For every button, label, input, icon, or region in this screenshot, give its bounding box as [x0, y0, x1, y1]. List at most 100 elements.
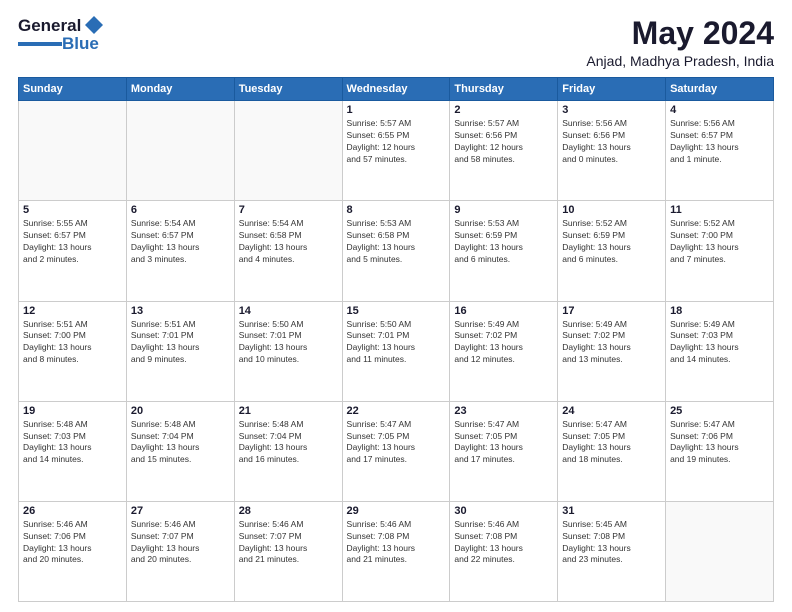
day-number: 5: [23, 204, 122, 216]
day-content: Sunrise: 5:49 AMSunset: 7:02 PMDaylight:…: [562, 319, 661, 367]
day-number: 1: [347, 104, 446, 116]
day-number: 21: [239, 405, 338, 417]
day-number: 18: [670, 305, 769, 317]
calendar-cell: 14Sunrise: 5:50 AMSunset: 7:01 PMDayligh…: [234, 301, 342, 401]
day-number: 22: [347, 405, 446, 417]
day-content: Sunrise: 5:56 AMSunset: 6:57 PMDaylight:…: [670, 118, 769, 166]
day-number: 3: [562, 104, 661, 116]
day-number: 24: [562, 405, 661, 417]
calendar-week-5: 26 Sunrise: 5:46 AMSunset: 7:06 PMDayligh…: [19, 501, 774, 601]
calendar-cell: 10 Sunrise: 5:52 AMSunset: 6:59 PMDayligh…: [558, 201, 666, 301]
day-content: Sunrise: 5:46 AMSunset: 7:07 PMDaylight:…: [239, 519, 338, 567]
day-content: Sunrise: 5:56 AMSunset: 6:56 PMDaylight:…: [562, 118, 661, 166]
day-content: Sunrise: 5:49 AMSunset: 7:03 PMDaylight:…: [670, 319, 769, 367]
calendar-cell: 15 Sunrise: 5:50 AMSunset: 7:01 PMDayligh…: [342, 301, 450, 401]
calendar-cell: 28 Sunrise: 5:46 AMSunset: 7:07 PMDayligh…: [234, 501, 342, 601]
day-content: Sunrise: 5:47 AMSunset: 7:05 PMDaylight:…: [562, 419, 661, 467]
calendar-cell: 22 Sunrise: 5:47 AMSunset: 7:05 PMDayligh…: [342, 401, 450, 501]
calendar-cell: 3 Sunrise: 5:56 AMSunset: 6:56 PMDaylight…: [558, 101, 666, 201]
calendar-cell: 25 Sunrise: 5:47 AMSunset: 7:06 PMDayligh…: [666, 401, 774, 501]
day-content: Sunrise: 5:48 AMSunset: 7:04 PMDaylight:…: [131, 419, 230, 467]
day-number: 13: [131, 305, 230, 317]
calendar-cell: 17Sunrise: 5:49 AMSunset: 7:02 PMDayligh…: [558, 301, 666, 401]
day-content: Sunrise: 5:47 AMSunset: 7:06 PMDaylight:…: [670, 419, 769, 467]
calendar-cell: 31Sunrise: 5:45 AMSunset: 7:08 PMDayligh…: [558, 501, 666, 601]
col-friday: Friday: [558, 78, 666, 101]
col-tuesday: Tuesday: [234, 78, 342, 101]
day-content: Sunrise: 5:48 AMSunset: 7:04 PMDaylight:…: [239, 419, 338, 467]
day-content: Sunrise: 5:57 AMSunset: 6:56 PMDaylight:…: [454, 118, 553, 166]
calendar-cell: [666, 501, 774, 601]
calendar-cell: 29 Sunrise: 5:46 AMSunset: 7:08 PMDayligh…: [342, 501, 450, 601]
day-content: Sunrise: 5:53 AMSunset: 6:58 PMDaylight:…: [347, 218, 446, 266]
col-monday: Monday: [126, 78, 234, 101]
day-content: Sunrise: 5:48 AMSunset: 7:03 PMDaylight:…: [23, 419, 122, 467]
calendar-cell: 9 Sunrise: 5:53 AMSunset: 6:59 PMDaylight…: [450, 201, 558, 301]
calendar-cell: 27 Sunrise: 5:46 AMSunset: 7:07 PMDayligh…: [126, 501, 234, 601]
day-number: 25: [670, 405, 769, 417]
calendar-cell: 2Sunrise: 5:57 AMSunset: 6:56 PMDaylight…: [450, 101, 558, 201]
day-content: Sunrise: 5:52 AMSunset: 7:00 PMDaylight:…: [670, 218, 769, 266]
day-content: Sunrise: 5:57 AMSunset: 6:55 PMDaylight:…: [347, 118, 446, 166]
calendar-cell: 8 Sunrise: 5:53 AMSunset: 6:58 PMDaylight…: [342, 201, 450, 301]
calendar-week-2: 5Sunrise: 5:55 AMSunset: 6:57 PMDaylight…: [19, 201, 774, 301]
day-number: 19: [23, 405, 122, 417]
day-content: Sunrise: 5:46 AMSunset: 7:08 PMDaylight:…: [347, 519, 446, 567]
day-content: Sunrise: 5:53 AMSunset: 6:59 PMDaylight:…: [454, 218, 553, 266]
calendar-cell: 6 Sunrise: 5:54 AMSunset: 6:57 PMDaylight…: [126, 201, 234, 301]
day-content: Sunrise: 5:46 AMSunset: 7:06 PMDaylight:…: [23, 519, 122, 567]
calendar-cell: 11Sunrise: 5:52 AMSunset: 7:00 PMDayligh…: [666, 201, 774, 301]
day-number: 27: [131, 505, 230, 517]
day-content: Sunrise: 5:54 AMSunset: 6:58 PMDaylight:…: [239, 218, 338, 266]
calendar-cell: 12 Sunrise: 5:51 AMSunset: 7:00 PMDayligh…: [19, 301, 127, 401]
calendar-cell: 18 Sunrise: 5:49 AMSunset: 7:03 PMDayligh…: [666, 301, 774, 401]
day-number: 28: [239, 505, 338, 517]
header: General Blue May 2024 Anjad, Madhya Prad…: [18, 16, 774, 69]
calendar-table: Sunday Monday Tuesday Wednesday Thursday…: [18, 77, 774, 602]
day-content: Sunrise: 5:46 AMSunset: 7:07 PMDaylight:…: [131, 519, 230, 567]
logo: General Blue: [18, 16, 105, 54]
day-content: Sunrise: 5:46 AMSunset: 7:08 PMDaylight:…: [454, 519, 553, 567]
day-number: 20: [131, 405, 230, 417]
day-number: 14: [239, 305, 338, 317]
header-row: Sunday Monday Tuesday Wednesday Thursday…: [19, 78, 774, 101]
calendar-cell: 21 Sunrise: 5:48 AMSunset: 7:04 PMDayligh…: [234, 401, 342, 501]
day-number: 26: [23, 505, 122, 517]
col-thursday: Thursday: [450, 78, 558, 101]
day-number: 12: [23, 305, 122, 317]
calendar-cell: [126, 101, 234, 201]
calendar-cell: 24 Sunrise: 5:47 AMSunset: 7:05 PMDayligh…: [558, 401, 666, 501]
day-content: Sunrise: 5:54 AMSunset: 6:57 PMDaylight:…: [131, 218, 230, 266]
day-number: 23: [454, 405, 553, 417]
calendar-week-4: 19 Sunrise: 5:48 AMSunset: 7:03 PMDayligh…: [19, 401, 774, 501]
day-content: Sunrise: 5:49 AMSunset: 7:02 PMDaylight:…: [454, 319, 553, 367]
title-block: May 2024 Anjad, Madhya Pradesh, India: [586, 16, 774, 69]
calendar-cell: 4Sunrise: 5:56 AMSunset: 6:57 PMDaylight…: [666, 101, 774, 201]
page: General Blue May 2024 Anjad, Madhya Prad…: [0, 0, 792, 612]
day-content: Sunrise: 5:47 AMSunset: 7:05 PMDaylight:…: [347, 419, 446, 467]
title-month: May 2024: [586, 16, 774, 51]
day-number: 7: [239, 204, 338, 216]
day-content: Sunrise: 5:52 AMSunset: 6:59 PMDaylight:…: [562, 218, 661, 266]
calendar-cell: 23 Sunrise: 5:47 AMSunset: 7:05 PMDayligh…: [450, 401, 558, 501]
day-number: 15: [347, 305, 446, 317]
day-content: Sunrise: 5:47 AMSunset: 7:05 PMDaylight:…: [454, 419, 553, 467]
day-content: Sunrise: 5:50 AMSunset: 7:01 PMDaylight:…: [347, 319, 446, 367]
logo-blue: Blue: [62, 34, 99, 54]
day-content: Sunrise: 5:51 AMSunset: 7:00 PMDaylight:…: [23, 319, 122, 367]
calendar-cell: 16Sunrise: 5:49 AMSunset: 7:02 PMDayligh…: [450, 301, 558, 401]
day-number: 10: [562, 204, 661, 216]
calendar-cell: 30Sunrise: 5:46 AMSunset: 7:08 PMDayligh…: [450, 501, 558, 601]
col-saturday: Saturday: [666, 78, 774, 101]
day-content: Sunrise: 5:45 AMSunset: 7:08 PMDaylight:…: [562, 519, 661, 567]
title-location: Anjad, Madhya Pradesh, India: [586, 53, 774, 69]
calendar-cell: 26 Sunrise: 5:46 AMSunset: 7:06 PMDayligh…: [19, 501, 127, 601]
calendar-cell: [234, 101, 342, 201]
col-sunday: Sunday: [19, 78, 127, 101]
calendar-week-3: 12 Sunrise: 5:51 AMSunset: 7:00 PMDayligh…: [19, 301, 774, 401]
day-number: 8: [347, 204, 446, 216]
calendar-cell: 7 Sunrise: 5:54 AMSunset: 6:58 PMDaylight…: [234, 201, 342, 301]
day-number: 29: [347, 505, 446, 517]
day-number: 9: [454, 204, 553, 216]
day-number: 6: [131, 204, 230, 216]
